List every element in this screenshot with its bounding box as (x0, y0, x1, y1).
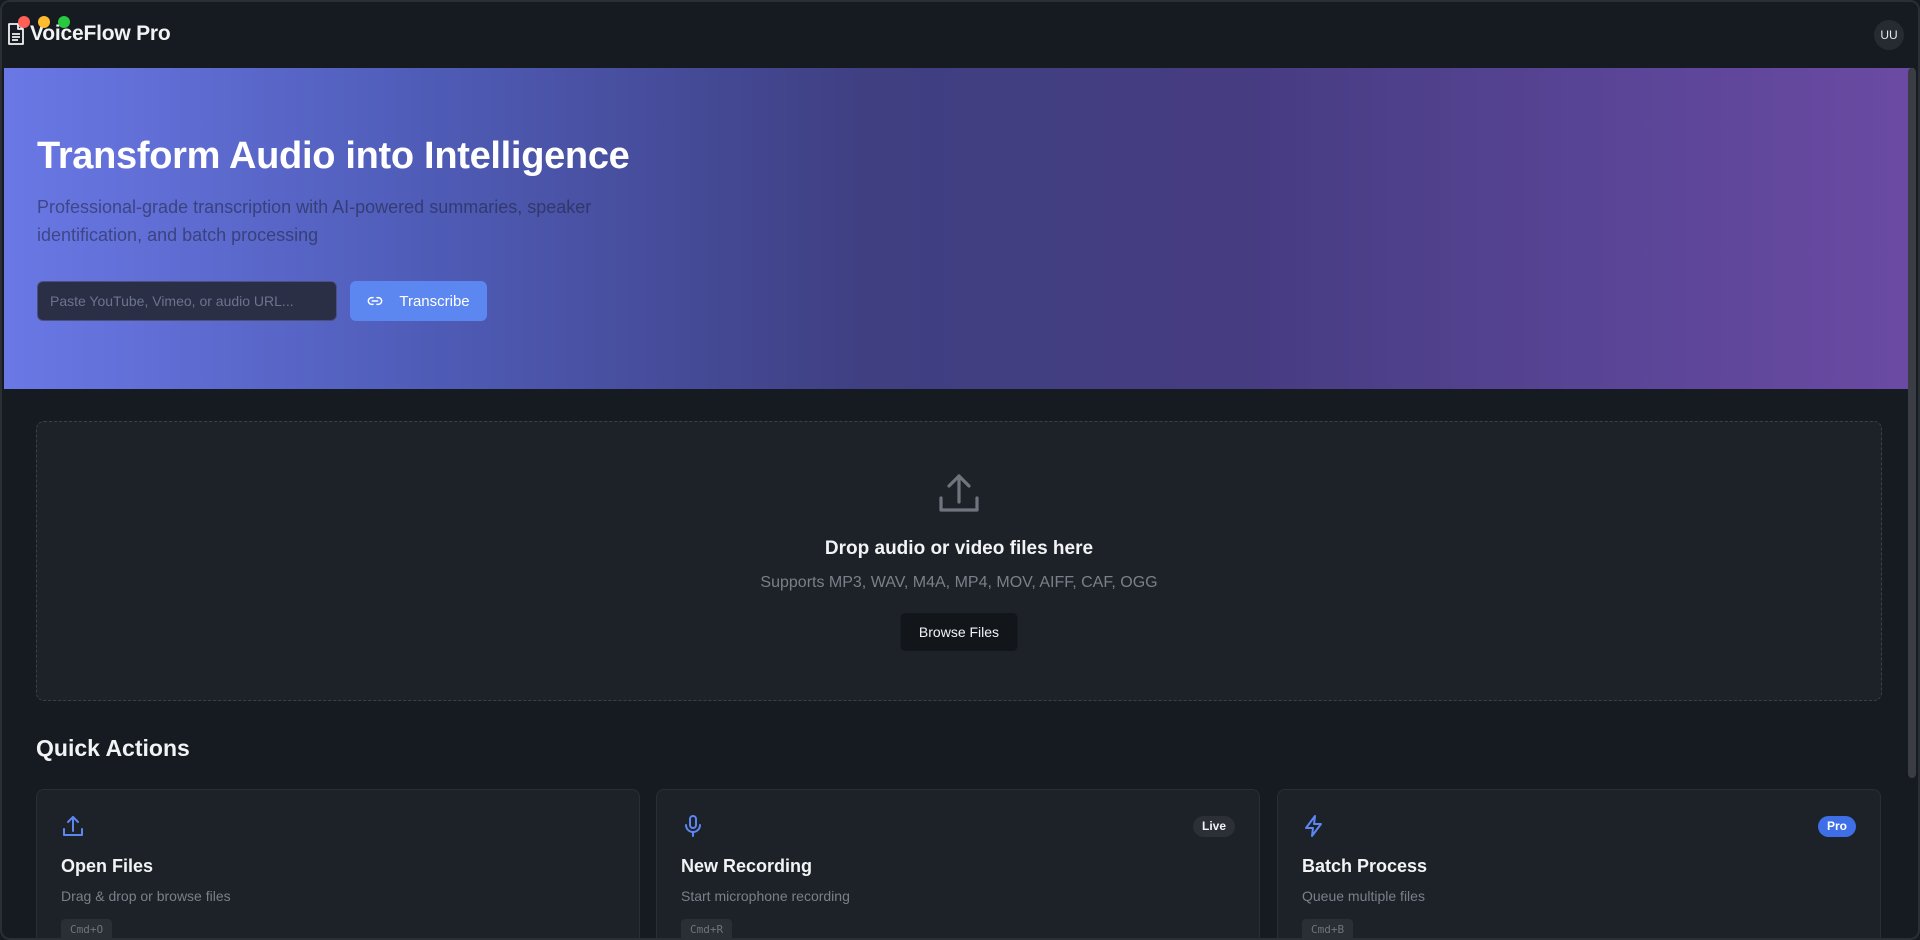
hero-title: Transform Audio into Intelligence (37, 135, 630, 177)
transcribe-button[interactable]: Transcribe (350, 281, 487, 321)
window-controls (18, 16, 70, 28)
hero-banner: Transform Audio into Intelligence Profes… (4, 68, 1914, 389)
app-window: VoiceFlow Pro UU Transform Audio into In… (0, 0, 1920, 940)
upload-icon (939, 474, 979, 512)
drop-zone-title: Drop audio or video files here (824, 538, 1094, 559)
batch-process-card[interactable]: Pro Batch Process Queue multiple files C… (1277, 789, 1881, 938)
upload-icon (63, 816, 83, 836)
live-badge: Live (1192, 816, 1235, 837)
supported-formats: Supports MP3, WAV, M4A, MP4, MOV, AIFF, … (760, 574, 1158, 591)
hero-subtitle: Professional-grade transcription with AI… (37, 197, 592, 245)
file-drop-zone[interactable]: Drop audio or video files here Supports … (36, 421, 1882, 701)
url-input[interactable] (37, 281, 337, 321)
minimize-window-button[interactable] (38, 16, 50, 28)
title-bar: VoiceFlow Pro UU (2, 2, 1918, 68)
card-description: Start microphone recording (681, 888, 850, 904)
card-description: Queue multiple files (1302, 888, 1425, 904)
quick-actions-heading: Quick Actions (36, 735, 190, 761)
card-title: Batch Process (1302, 856, 1428, 876)
card-description: Drag & drop or browse files (61, 888, 231, 904)
user-avatar[interactable]: UU (1874, 20, 1904, 50)
lightning-icon (1305, 815, 1322, 837)
pro-badge: Pro (1817, 816, 1856, 837)
microphone-icon (685, 815, 701, 837)
transcribe-label: Transcribe (399, 292, 470, 310)
keyboard-shortcut: Cmd+B (1302, 919, 1354, 938)
new-recording-card[interactable]: Live New Recording Start microphone reco… (656, 789, 1260, 938)
keyboard-shortcut: Cmd+R (681, 919, 733, 938)
browse-files-button[interactable]: Browse Files (900, 613, 1018, 651)
card-title: New Recording (681, 856, 813, 876)
card-title: Open Files (61, 856, 154, 876)
close-window-button[interactable] (18, 16, 30, 28)
vertical-scrollbar[interactable] (1908, 68, 1916, 778)
keyboard-shortcut: Cmd+O (61, 919, 113, 938)
link-icon (368, 296, 383, 306)
open-files-card[interactable]: Open Files Drag & drop or browse files C… (36, 789, 640, 938)
zoom-window-button[interactable] (58, 16, 70, 28)
